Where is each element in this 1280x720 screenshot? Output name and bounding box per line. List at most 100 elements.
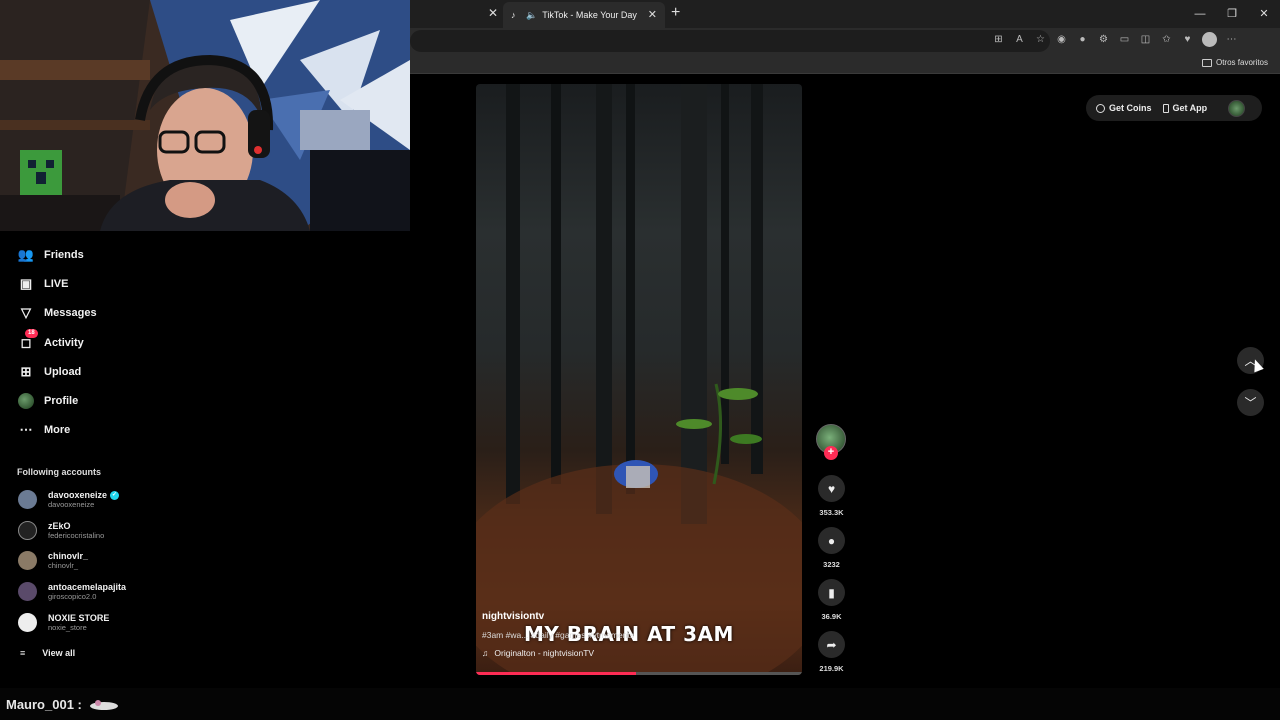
- new-tab-icon[interactable]: +: [671, 4, 680, 22]
- folder-icon: [1201, 58, 1212, 67]
- account-username: davooxeneize: [48, 500, 95, 509]
- close-tab-icon[interactable]: ✕: [648, 8, 657, 21]
- browser-profile-avatar[interactable]: [1202, 32, 1217, 47]
- top-actions: Get Coins Get App: [1086, 95, 1262, 121]
- user-avatar[interactable]: [1228, 99, 1246, 117]
- video-hashtags[interactable]: #3am #wa... #daily #games #vtmoments: [482, 630, 634, 640]
- video-progress-bar[interactable]: [476, 672, 802, 675]
- chat-username: Mauro_001 :: [6, 697, 82, 712]
- sidebar-item-label: More: [44, 424, 71, 436]
- sidebar-item-label: Friends: [44, 249, 84, 261]
- view-all-label: View all: [42, 648, 76, 658]
- avatar: [18, 521, 37, 540]
- share-button[interactable]: ➦: [818, 631, 845, 658]
- heart-icon: ♥: [827, 481, 836, 496]
- video-progress-fill: [476, 672, 636, 675]
- share-arrow-icon: ➦: [826, 637, 837, 652]
- close-tab-icon[interactable]: ✕: [488, 6, 498, 20]
- account-name: antoacemelapajita: [48, 582, 127, 592]
- like-count: 353.3K: [819, 508, 844, 517]
- window-controls: — ❐ ✕: [1184, 0, 1280, 28]
- video-music[interactable]: ♫ Originalton - nightvisionTV: [482, 648, 634, 658]
- follow-plus-icon[interactable]: +: [824, 446, 838, 460]
- get-app-button[interactable]: Get App: [1162, 103, 1208, 113]
- minimize-icon[interactable]: —: [1184, 0, 1216, 28]
- following-account[interactable]: NOXIE STORE noxie_store: [18, 613, 109, 632]
- sidebar-item-more[interactable]: ⋯ More: [17, 421, 71, 439]
- cast-icon[interactable]: ▭: [1118, 32, 1131, 47]
- extension-icon[interactable]: ◉: [1055, 32, 1068, 47]
- tab-title: TikTok - Make Your Day: [542, 10, 637, 20]
- sidebar-item-label: LIVE: [44, 278, 69, 290]
- favorites-icon[interactable]: ✩: [1160, 32, 1173, 47]
- live-icon: ▣: [19, 276, 33, 291]
- save-button[interactable]: ▮: [818, 579, 845, 606]
- like-button[interactable]: ♥: [818, 475, 845, 502]
- sidebar-item-label: Activity: [44, 337, 84, 349]
- extensions-puzzle-icon[interactable]: ⚙: [1097, 32, 1110, 47]
- following-accounts-title: Following accounts: [17, 467, 102, 477]
- favorite-star-icon[interactable]: ☆: [1034, 32, 1047, 47]
- split-screen-icon[interactable]: ◫: [1139, 32, 1152, 47]
- music-note-icon: ♫: [482, 648, 489, 658]
- webcam-image: [0, 0, 410, 231]
- avatar: [18, 551, 37, 570]
- close-window-icon[interactable]: ✕: [1248, 0, 1280, 28]
- comment-count: 3232: [823, 560, 840, 569]
- menu-dots-icon[interactable]: ⋯: [1225, 32, 1238, 47]
- account-username: giroscopico2.0: [48, 592, 97, 601]
- coin-icon: [1096, 103, 1105, 113]
- browser-toolbar: ⊞ A ☆ ◉ ● ⚙ ▭ ◫ ✩ ♥ ⋯: [992, 32, 1238, 47]
- share-count: 219.9K: [819, 664, 844, 673]
- comment-button[interactable]: ●: [818, 527, 845, 554]
- music-title: Originalton - nightvisionTV: [494, 648, 595, 658]
- chat-emote: [90, 700, 118, 710]
- account-name: NOXIE STORE: [48, 613, 110, 623]
- performance-icon[interactable]: ♥: [1181, 32, 1194, 47]
- address-input[interactable]: [410, 30, 1050, 52]
- following-account[interactable]: zEkO federicocristalino: [18, 521, 104, 540]
- profile-icon: [17, 392, 35, 410]
- following-account[interactable]: davooxeneize ✓ davooxeneize: [18, 490, 120, 509]
- avatar: [18, 490, 37, 509]
- sidebar-item-live[interactable]: ▣ LIVE: [17, 275, 69, 293]
- comment-icon: ●: [827, 533, 836, 548]
- avatar: [18, 582, 37, 601]
- upload-icon: ⊞: [20, 364, 32, 379]
- other-favorites-label: Otros favoritos: [1215, 58, 1268, 67]
- video-player[interactable]: MY BRAIN AT 3AM nightvisiontv #3am #wa..…: [476, 84, 802, 675]
- translate-icon[interactable]: A: [1013, 32, 1026, 47]
- sidebar-item-profile[interactable]: Profile: [17, 392, 78, 410]
- other-favorites[interactable]: Otros favoritos: [1201, 58, 1268, 67]
- bookmark-icon: ▮: [828, 585, 835, 600]
- sidebar-item-friends[interactable]: 👥 Friends: [17, 246, 84, 264]
- maximize-icon[interactable]: ❐: [1216, 0, 1248, 28]
- chevron-down-icon: ﹀: [1244, 396, 1257, 410]
- app-available-icon[interactable]: ⊞: [992, 32, 1005, 47]
- get-coins-label: Get Coins: [1109, 103, 1152, 113]
- sidebar-item-label: Messages: [44, 307, 97, 319]
- account-username: federicocristalino: [48, 531, 105, 540]
- screen: ✕ ♪ 🔈 TikTok - Make Your Day ✕ + — ❐ ✕ ⊞…: [0, 0, 1280, 720]
- following-account[interactable]: chinovlr_ chinovlr_: [18, 551, 88, 570]
- account-username: chinovlr_: [48, 561, 79, 570]
- video-frame: [476, 84, 802, 675]
- next-video-button[interactable]: ﹀: [1237, 389, 1264, 416]
- video-author[interactable]: nightvisiontv: [482, 611, 634, 622]
- sidebar-item-messages[interactable]: ▽ Messages: [17, 304, 97, 322]
- verified-icon: ✓: [110, 490, 120, 500]
- more-icon: ⋯: [19, 422, 33, 437]
- speaker-icon[interactable]: 🔈: [526, 10, 537, 21]
- sidebar-item-label: Profile: [44, 395, 79, 407]
- view-all-button[interactable]: ≡ View all: [20, 648, 75, 658]
- avatar: [18, 613, 37, 632]
- sidebar-item-upload[interactable]: ⊞ Upload: [17, 363, 82, 381]
- sidebar: 👥 Friends ▣ LIVE ▽ Messages ◻ 18 Activity…: [0, 231, 145, 685]
- tab-tiktok[interactable]: ♪ 🔈 TikTok - Make Your Day ✕: [503, 2, 665, 28]
- get-coins-button[interactable]: Get Coins: [1096, 103, 1152, 113]
- extension-icon[interactable]: ●: [1076, 32, 1089, 47]
- get-app-label: Get App: [1172, 103, 1208, 113]
- following-account[interactable]: antoacemelapajita giroscopico2.0: [18, 582, 126, 601]
- account-name: chinovlr_: [48, 551, 89, 561]
- sidebar-item-activity[interactable]: ◻ 18 Activity: [17, 329, 84, 352]
